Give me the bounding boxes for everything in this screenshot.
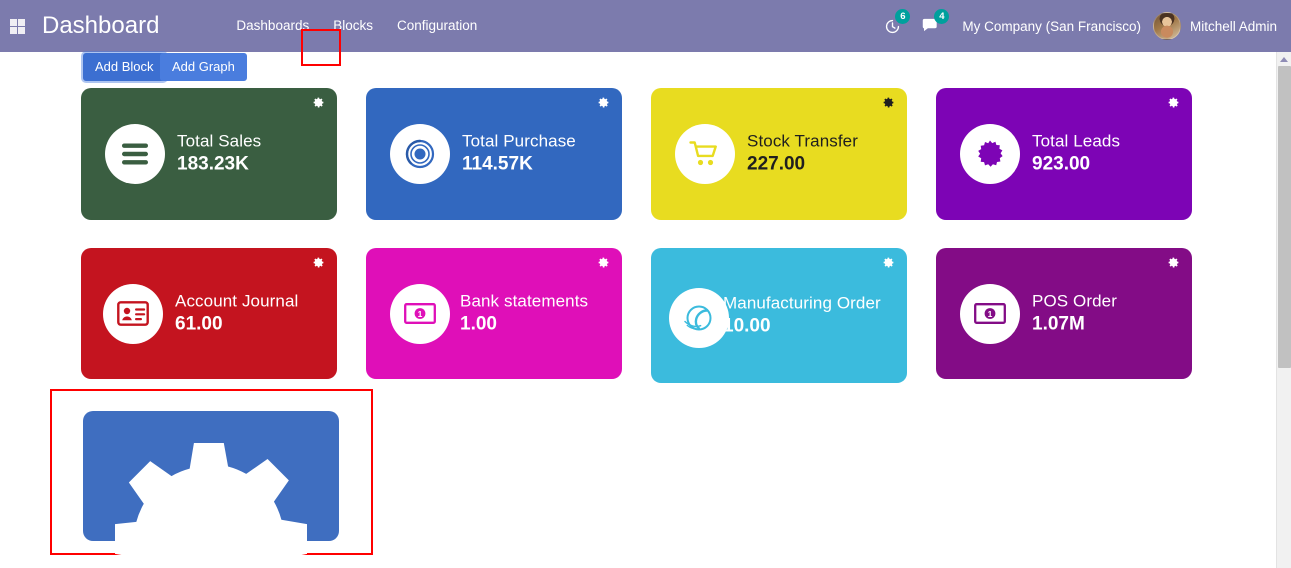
company-switcher[interactable]: My Company (San Francisco) (950, 19, 1153, 34)
card-text: Total Sales 183.23K (177, 132, 329, 177)
svg-text:1: 1 (418, 309, 423, 319)
kpi-card-manufacturing-order[interactable]: Manufacturing Order 10.00 (651, 248, 907, 383)
card-icon-circle: 1 (390, 283, 450, 344)
dashboard-page: Dashboard Dashboards Blocks Configuratio… (0, 0, 1291, 568)
gear-icon[interactable] (597, 256, 610, 269)
card-text: POS Order 1.07M (1032, 291, 1184, 336)
shopping-cart-icon (689, 141, 717, 166)
card-text: Bank statements 1.00 (460, 291, 612, 336)
kpi-card-total-sales[interactable]: Total Sales 183.23K (81, 88, 337, 220)
banknote-icon: 1 (974, 303, 1006, 324)
scrollbar-thumb[interactable] (1278, 66, 1291, 368)
svg-text:1: 1 (988, 309, 993, 319)
gear-icon[interactable] (1167, 96, 1180, 109)
dashboard-toolbar: Add Block Add Graph (0, 52, 1276, 84)
card-value: 227.00 (747, 153, 806, 175)
kpi-card-grid: Total Sales 183.23K Total Purchase 114.5… (0, 88, 1276, 408)
card-text: Total Leads 923.00 (1032, 132, 1184, 177)
card-text: Manufacturing Order 10.00 (723, 293, 895, 338)
new-block-highlight-region: 1 New Block (50, 389, 373, 568)
card-icon-circle (960, 124, 1020, 184)
gear-icon[interactable] (83, 411, 339, 568)
add-block-button[interactable]: Add Block (83, 53, 166, 82)
card-icon-circle: 1 (960, 283, 1020, 344)
card-title: Manufacturing Order (723, 293, 881, 312)
scroll-up-arrow-icon[interactable] (1277, 52, 1291, 66)
card-title: POS Order (1032, 291, 1117, 310)
gear-icon[interactable] (1167, 256, 1180, 269)
vertical-scrollbar[interactable] (1276, 52, 1291, 568)
card-text: Account Journal 61.00 (175, 291, 327, 336)
id-card-icon (117, 301, 149, 326)
messages-menu-button[interactable]: 4 (911, 0, 950, 52)
gear-icon[interactable] (597, 96, 610, 109)
navbar-right-tools: 6 4 My Company (San Francisco) Mitchell … (874, 0, 1291, 52)
gear-icon[interactable] (882, 96, 895, 109)
card-text: Total Purchase 114.57K (462, 132, 614, 177)
activity-menu-button[interactable]: 6 (874, 0, 911, 52)
add-graph-button[interactable]: Add Graph (160, 53, 247, 82)
apps-grid-icon (9, 18, 25, 34)
starburst-icon (978, 140, 1003, 167)
gear-icon-highlight-region (301, 29, 341, 66)
activity-count-badge: 6 (895, 9, 911, 24)
card-value: 114.57K (462, 153, 533, 175)
kpi-card-total-purchase[interactable]: Total Purchase 114.57K (366, 88, 622, 220)
user-menu-button[interactable]: Mitchell Admin (1152, 12, 1291, 40)
kpi-card-account-journal[interactable]: Account Journal 61.00 (81, 248, 337, 379)
kpi-card-stock-transfer[interactable]: Stock Transfer 227.00 (651, 88, 907, 220)
gear-icon[interactable] (312, 96, 325, 109)
kpi-card-pos-order[interactable]: 1 POS Order 1.07M (936, 248, 1192, 379)
avatar (1152, 12, 1181, 40)
card-icon-circle (105, 124, 165, 184)
card-title: Account Journal (175, 291, 299, 310)
card-value: 1.07M (1032, 313, 1085, 334)
user-name-label: Mitchell Admin (1189, 18, 1277, 34)
card-value: 923.00 (1032, 153, 1091, 175)
manufacturing-icon (684, 305, 712, 331)
card-icon-circle (675, 124, 735, 184)
kpi-card-new-block[interactable]: 1 New Block (83, 411, 339, 568)
top-navbar: Dashboard Dashboards Blocks Configuratio… (0, 0, 1291, 52)
kpi-card-bank-statements[interactable]: 1 Bank statements 1.00 (366, 248, 622, 379)
page-title[interactable]: Dashboard (42, 12, 159, 40)
kpi-card-total-leads[interactable]: Total Leads 923.00 (936, 88, 1192, 220)
banknote-icon: 1 (404, 303, 436, 324)
card-text: Stock Transfer 227.00 (747, 132, 899, 177)
kpi-row-2: Account Journal 61.00 1 Bank statements … (0, 248, 1276, 408)
gear-icon[interactable] (312, 256, 325, 269)
messages-count-badge: 4 (934, 9, 950, 24)
gear-icon[interactable] (882, 256, 895, 269)
card-icon-circle (103, 283, 163, 344)
purchase-ring-icon (405, 139, 435, 169)
menu-item-configuration[interactable]: Configuration (385, 0, 489, 52)
card-value: 61.00 (175, 313, 223, 334)
card-value: 183.23K (177, 153, 249, 175)
card-title: Total Sales (177, 131, 262, 151)
card-icon-circle (669, 288, 729, 349)
main-menu: Dashboards Blocks Configuration (224, 0, 489, 52)
card-title: Total Leads (1032, 131, 1121, 151)
card-icon-circle (390, 124, 450, 184)
card-value: 1.00 (460, 313, 497, 334)
card-title: Stock Transfer (747, 131, 858, 151)
apps-menu-button[interactable] (0, 0, 34, 52)
bars-icon (122, 143, 148, 165)
card-value: 10.00 (723, 315, 771, 336)
card-title: Total Purchase (462, 131, 576, 151)
kpi-row-1: Total Sales 183.23K Total Purchase 114.5… (0, 88, 1276, 248)
card-title: Bank statements (460, 291, 589, 310)
